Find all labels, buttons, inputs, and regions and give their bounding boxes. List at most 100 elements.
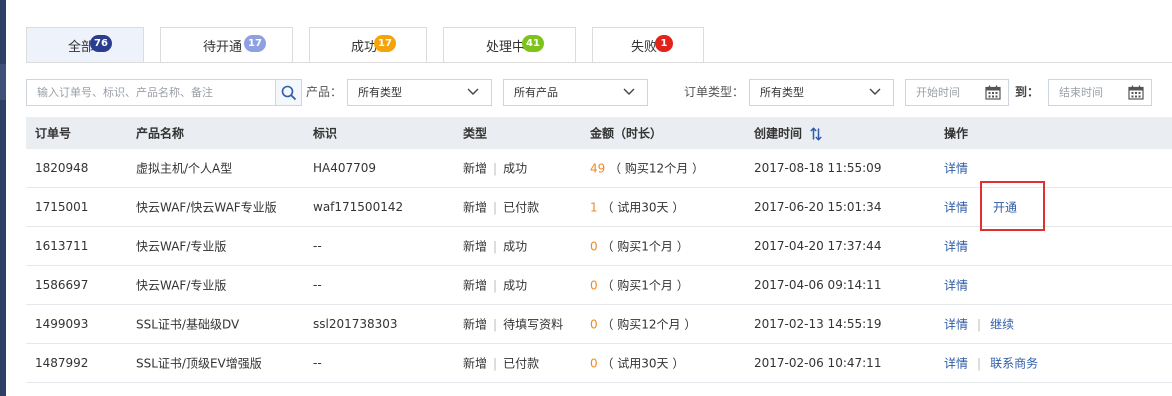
- product-select[interactable]: 所有产品: [503, 79, 648, 106]
- order-type: 新增: [463, 239, 488, 254]
- identifier: --: [313, 239, 322, 253]
- tab-count-badge: 17: [374, 35, 396, 52]
- highlight-box: [980, 181, 1045, 231]
- type-status: 新增 | 成功: [463, 160, 527, 177]
- order-status: 成功: [503, 161, 528, 176]
- search-icon: [281, 85, 296, 100]
- amount-cell: 49 （ 购买12个月 ）: [590, 160, 704, 177]
- order-no: 1586697: [35, 278, 89, 292]
- tab-label: 处理中: [485, 40, 525, 55]
- actions-cell: 详情: [944, 277, 968, 294]
- amount-duration: （ 购买12个月 ）: [601, 317, 697, 332]
- product-value: 所有产品: [514, 86, 558, 99]
- created-time: 2017-04-06 09:14:11: [754, 278, 882, 292]
- sort-icon[interactable]: [810, 127, 822, 141]
- order-no: 1715001: [35, 200, 89, 214]
- start-date-placeholder: 开始时间: [916, 86, 960, 99]
- search-input[interactable]: [27, 80, 247, 105]
- product-name: SSL证书/基础级DV: [136, 317, 240, 332]
- table-row: 1613711 快云WAF/专业版 -- 新增 | 成功 0 （ 购买1个月 ） 2017-0…: [26, 227, 1172, 266]
- type-status: 新增 | 成功: [463, 238, 527, 255]
- status-tabs: 全部 76 待开通 17 成功 17 处理中 41 失败 1: [26, 27, 720, 63]
- type-status: 新增 | 待填写资料: [463, 316, 563, 333]
- identifier: --: [313, 356, 322, 370]
- type-status: 新增 | 成功: [463, 277, 527, 294]
- search-button[interactable]: [276, 79, 302, 106]
- tab-failed[interactable]: 失败 1: [592, 27, 704, 63]
- amount-duration: （ 试用30天 ）: [601, 200, 685, 215]
- order-type-label: 订单类型：: [684, 85, 745, 99]
- orders-table: 订单号 产品名称 标识 类型 金额（时长） 创建时间 操作 1820948 虚拟主…: [26, 117, 1172, 383]
- order-type-select[interactable]: 所有类型: [749, 79, 894, 106]
- tab-count-badge: 17: [244, 35, 266, 52]
- product-name: 虚拟主机/个人A型: [136, 161, 233, 176]
- details-link[interactable]: 详情: [944, 240, 968, 254]
- amount-cell: 0 （ 试用30天 ）: [590, 355, 684, 372]
- left-nav-accent: [0, 64, 6, 100]
- details-link[interactable]: 详情: [944, 318, 968, 332]
- left-nav-strip: [0, 0, 6, 396]
- created-time: 2017-02-06 10:47:11: [754, 356, 882, 370]
- product-name: 快云WAF/专业版: [136, 278, 227, 293]
- tab-all[interactable]: 全部 76: [26, 27, 144, 63]
- order-no: 1499093: [35, 317, 89, 331]
- tab-count-badge: 76: [90, 35, 112, 52]
- chevron-down-icon: [467, 88, 479, 95]
- calendar-icon: [985, 85, 1001, 100]
- amount-duration: （ 试用30天 ）: [601, 356, 685, 371]
- product-name: SSL证书/顶级EV增强版: [136, 356, 262, 371]
- tab-label: 待开通: [202, 40, 242, 55]
- created-time: 2017-08-18 11:55:09: [754, 161, 882, 175]
- amount-value: 0: [590, 317, 598, 332]
- product-type-select[interactable]: 所有类型: [347, 79, 492, 106]
- details-link[interactable]: 详情: [944, 357, 968, 371]
- table-row: 1499093 SSL证书/基础级DV ssl201738303 新增 | 待填写资料 0 …: [26, 305, 1172, 344]
- end-date-field[interactable]: 结束时间: [1048, 79, 1152, 106]
- separator: |: [493, 161, 498, 176]
- amount-value: 0: [590, 278, 598, 293]
- amount-cell: 1 （ 试用30天 ）: [590, 199, 684, 216]
- table-header: 订单号 产品名称 标识 类型 金额（时长） 创建时间 操作: [26, 117, 1172, 149]
- header-created-time[interactable]: 创建时间: [754, 125, 822, 142]
- secondary-action-link[interactable]: 联系商务: [990, 357, 1038, 371]
- amount-cell: 0 （ 购买1个月 ）: [590, 277, 689, 294]
- start-date-field[interactable]: 开始时间: [905, 79, 1009, 106]
- order-type: 新增: [463, 200, 488, 215]
- amount-cell: 0 （ 购买12个月 ）: [590, 316, 696, 333]
- separator: |: [493, 317, 498, 332]
- details-link[interactable]: 详情: [944, 279, 968, 293]
- order-no: 1613711: [35, 239, 89, 253]
- order-type-value: 所有类型: [760, 86, 804, 99]
- created-time: 2017-04-20 17:37:44: [754, 239, 882, 253]
- details-link[interactable]: 详情: [944, 201, 968, 215]
- amount-value: 1: [590, 200, 598, 215]
- search-box: [26, 79, 276, 106]
- identifier: HA407709: [313, 161, 377, 175]
- identifier: --: [313, 278, 322, 292]
- type-status: 新增 | 已付款: [463, 355, 539, 372]
- header-order-no: 订单号: [35, 126, 72, 141]
- details-link[interactable]: 详情: [944, 162, 968, 176]
- amount-value: 0: [590, 239, 598, 254]
- amount-cell: 0 （ 购买1个月 ）: [590, 238, 689, 255]
- order-status: 成功: [503, 239, 528, 254]
- created-time: 2017-02-13 14:55:19: [754, 317, 882, 331]
- chevron-down-icon: [623, 88, 635, 95]
- tab-success[interactable]: 成功 17: [309, 27, 427, 63]
- table-row: 1586697 快云WAF/专业版 -- 新增 | 成功 0 （ 购买1个月 ） 2017-0…: [26, 266, 1172, 305]
- amount-duration: （ 购买1个月 ）: [601, 239, 689, 254]
- tab-count-badge: 41: [522, 35, 544, 52]
- table-row: 1487992 SSL证书/顶级EV增强版 -- 新增 | 已付款 0 （ 试用30天 ） 2…: [26, 344, 1172, 383]
- header-amount: 金额（时长）: [590, 126, 663, 141]
- product-type-value: 所有类型: [358, 86, 402, 99]
- created-time: 2017-06-20 15:01:34: [754, 200, 882, 214]
- end-date-placeholder: 结束时间: [1059, 86, 1103, 99]
- chevron-down-icon: [869, 88, 881, 95]
- tab-processing[interactable]: 处理中 41: [443, 27, 576, 63]
- header-product-name: 产品名称: [136, 126, 185, 141]
- tab-pending-activation[interactable]: 待开通 17: [160, 27, 293, 63]
- order-status: 成功: [503, 278, 528, 293]
- secondary-action-link[interactable]: 继续: [990, 318, 1014, 332]
- product-filter-label: 产品：: [306, 85, 343, 99]
- tabs-divider: [26, 62, 1172, 63]
